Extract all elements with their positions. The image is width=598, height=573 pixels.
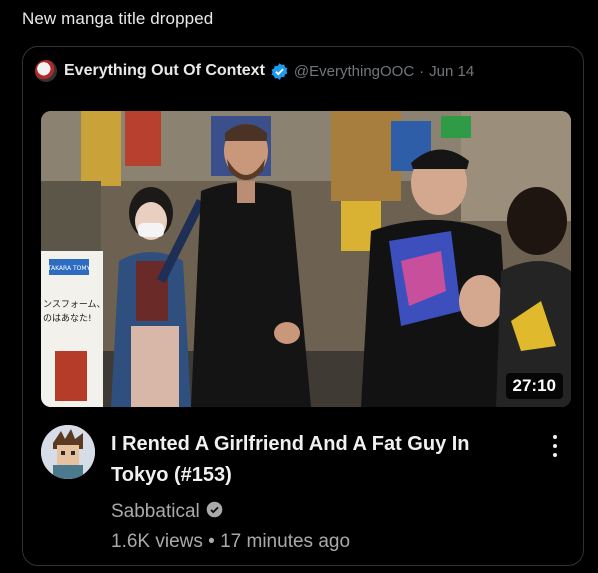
more-dot [553,435,557,439]
quote-author-handle[interactable]: @EverythingOOC [294,63,414,80]
channel-row: Sabbatical [111,501,223,523]
verified-badge-icon [270,62,289,81]
quote-author-name[interactable]: Everything Out Of Context [64,62,265,80]
quote-date[interactable]: Jun 14 [429,63,474,80]
video-duration: 27:10 [505,373,563,399]
video-title[interactable]: I Rented A Girlfriend And A Fat Guy In T… [111,429,511,491]
view-count: 1.6K views [111,531,203,552]
video-info: I Rented A Girlfriend And A Fat Guy In T… [41,419,571,559]
quoted-tweet-card[interactable]: Everything Out Of Context @EverythingOOC… [22,46,584,566]
stats-separator: • [208,531,215,552]
channel-verified-icon [206,501,223,523]
quote-author-avatar[interactable] [35,60,57,82]
header-separator: · [419,62,425,80]
store-sign-brand: TAKARA TOMY [47,265,91,272]
video-stats: 1.6K views • 17 minutes ago [111,531,350,553]
quote-header: Everything Out Of Context @EverythingOOC… [35,59,474,83]
channel-name[interactable]: Sabbatical [111,501,200,523]
more-dot [553,444,557,448]
channel-avatar-art [41,425,95,479]
store-sign-line2: のはあなた! [43,313,92,324]
upload-age: 17 minutes ago [220,531,351,552]
store-sign: TAKARA TOMY ンスフォーム、 のはあなた! [41,251,106,407]
channel-avatar[interactable] [41,425,95,479]
thumbnail-scene: TAKARA TOMY ンスフォーム、 のはあなた! [41,111,571,407]
tweet-text: New manga title dropped [22,9,214,28]
video-thumbnail[interactable]: TAKARA TOMY ンスフォーム、 のはあなた! 27:10 [41,111,571,407]
store-sign-line1: ンスフォーム、 [43,299,106,310]
more-vertical-icon[interactable] [545,431,565,461]
more-dot [553,453,557,457]
